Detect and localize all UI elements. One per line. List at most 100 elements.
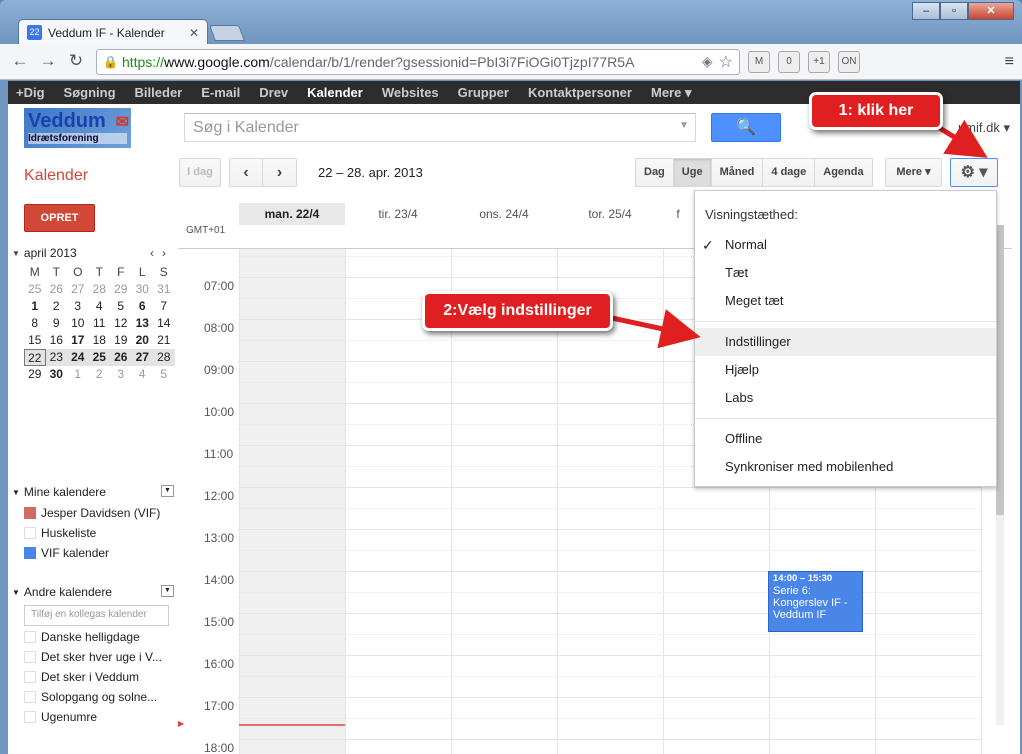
mini-day[interactable]: 17: [67, 332, 89, 349]
on-extension-icon[interactable]: ON: [838, 50, 860, 73]
gbar-item-email[interactable]: E-mail: [201, 85, 240, 100]
mini-day[interactable]: 3: [67, 298, 89, 315]
gbar-item-plus[interactable]: +Dig: [16, 85, 45, 100]
mini-day[interactable]: 12: [110, 315, 132, 332]
calendar-event[interactable]: 14:00 – 15:30 Serie 6: Kongerslev IF - V…: [768, 571, 863, 632]
bookmark-star-icon[interactable]: ☆: [719, 52, 733, 72]
back-icon[interactable]: ←: [8, 50, 32, 74]
gbar-item-images[interactable]: Billeder: [135, 85, 183, 100]
collapse-triangle-icon[interactable]: ▼: [12, 249, 20, 260]
mini-day[interactable]: 29: [110, 281, 132, 298]
mini-day[interactable]: 26: [46, 281, 68, 298]
mini-day[interactable]: 10: [67, 315, 89, 332]
gmail-extension-icon[interactable]: M: [748, 50, 770, 73]
mini-day[interactable]: 27: [67, 281, 89, 298]
browser-tab[interactable]: 22 Veddum IF - Kalender ✕: [18, 19, 208, 45]
calendar-item[interactable]: Solopgang og solne...: [24, 690, 174, 704]
gbar-item-contacts[interactable]: Kontaktpersoner: [528, 85, 632, 100]
menu-item-settings[interactable]: Indstillinger: [695, 328, 996, 356]
reload-icon[interactable]: ↻: [64, 50, 88, 74]
day-header[interactable]: tir. 23/4: [345, 203, 451, 225]
add-colleague-input[interactable]: Tilføj en kollegas kalender: [24, 605, 169, 626]
other-calendars-header[interactable]: ▼ Andre kalendere ▼: [12, 585, 174, 599]
mini-day[interactable]: 19: [110, 332, 132, 349]
calendar-color-swatch[interactable]: [24, 711, 36, 723]
mini-day[interactable]: 1: [24, 298, 46, 315]
calendar-item[interactable]: Jesper Davidsen (VIF): [24, 506, 174, 520]
dropdown-icon[interactable]: ▼: [161, 485, 174, 497]
day-header[interactable]: ons. 24/4: [451, 203, 557, 225]
calendar-item[interactable]: Det sker i Veddum: [24, 670, 174, 684]
mini-day[interactable]: 5: [110, 298, 132, 315]
calendar-item[interactable]: Det sker hver uge i V...: [24, 650, 174, 664]
dropdown-icon[interactable]: ▼: [161, 585, 174, 597]
extension-badge[interactable]: 0: [778, 50, 800, 73]
new-tab-button[interactable]: [209, 25, 245, 41]
mini-day[interactable]: 25: [88, 349, 110, 366]
mini-day[interactable]: 27: [131, 349, 153, 366]
address-bar[interactable]: 🔒 https:// www.google.com /calendar/b/1/…: [96, 48, 740, 75]
mini-day[interactable]: 20: [132, 332, 154, 349]
view-month-button[interactable]: Måned: [710, 158, 764, 187]
calendar-color-swatch[interactable]: [24, 527, 36, 539]
mini-day[interactable]: 2: [89, 366, 111, 383]
close-tab-icon[interactable]: ✕: [189, 26, 199, 40]
mini-month-nav[interactable]: ‹›: [150, 246, 174, 260]
site-info-icon[interactable]: ◈: [702, 53, 713, 70]
menu-item-density-compact[interactable]: Tæt: [695, 259, 996, 287]
search-input[interactable]: Søg i Kalender ▼: [184, 113, 696, 142]
settings-gear-button[interactable]: ⚙ ▾: [950, 158, 998, 187]
view-4days-button[interactable]: 4 dage: [762, 158, 816, 187]
calendar-item[interactable]: Ugenumre: [24, 710, 174, 724]
mini-day[interactable]: 2: [46, 298, 68, 315]
mini-day[interactable]: 26: [110, 349, 132, 366]
gbar-item-calendar[interactable]: Kalender: [307, 85, 363, 100]
menu-item-density-very-compact[interactable]: Meget tæt: [695, 287, 996, 315]
mini-day[interactable]: 31: [153, 281, 175, 298]
view-day-button[interactable]: Dag: [635, 158, 674, 187]
mini-day[interactable]: 28: [89, 281, 111, 298]
mini-day[interactable]: 4: [132, 366, 154, 383]
calendar-color-swatch[interactable]: [24, 671, 36, 683]
menu-item-sync-mobile[interactable]: Synkroniser med mobilenhed: [695, 453, 996, 481]
mini-day[interactable]: 30: [46, 366, 68, 383]
mini-day[interactable]: 8: [24, 315, 46, 332]
mini-day[interactable]: 6: [132, 298, 154, 315]
mini-day[interactable]: 1: [67, 366, 89, 383]
minimize-icon[interactable]: –: [912, 2, 940, 20]
calendar-color-swatch[interactable]: [24, 507, 36, 519]
mini-day[interactable]: 15: [24, 332, 46, 349]
browser-menu-icon[interactable]: ≡: [1005, 53, 1014, 71]
today-button[interactable]: I dag: [179, 158, 221, 187]
mini-day[interactable]: 9: [46, 315, 68, 332]
gbar-item-drive[interactable]: Drev: [259, 85, 288, 100]
create-button[interactable]: OPRET: [24, 204, 95, 232]
maximize-icon[interactable]: ▫: [940, 2, 968, 20]
gbar-item-groups[interactable]: Grupper: [458, 85, 509, 100]
my-calendars-header[interactable]: ▼ Mine kalendere ▼: [12, 485, 174, 499]
mini-day[interactable]: 14: [153, 315, 175, 332]
grid-scrollbar[interactable]: [996, 225, 1004, 725]
calendar-color-swatch[interactable]: [24, 631, 36, 643]
day-header[interactable]: f: [663, 203, 693, 225]
menu-item-offline[interactable]: Offline: [695, 425, 996, 453]
calendar-item[interactable]: VIF kalender: [24, 546, 174, 560]
menu-item-help[interactable]: Hjælp: [695, 356, 996, 384]
mini-day[interactable]: 29: [24, 366, 46, 383]
gbar-item-sites[interactable]: Websites: [382, 85, 439, 100]
menu-item-labs[interactable]: Labs: [695, 384, 996, 412]
view-agenda-button[interactable]: Agenda: [814, 158, 873, 187]
account-name[interactable]: umif.dk ▾: [958, 120, 1010, 136]
mini-day[interactable]: 11: [89, 315, 111, 332]
calendar-color-swatch[interactable]: [24, 547, 36, 559]
gbar-item-search[interactable]: Søgning: [64, 85, 116, 100]
window-close-icon[interactable]: ✕: [968, 2, 1014, 20]
mini-day[interactable]: 22: [24, 349, 46, 366]
mini-day[interactable]: 18: [89, 332, 111, 349]
search-button[interactable]: 🔍: [711, 113, 781, 142]
mini-day[interactable]: 3: [110, 366, 132, 383]
calendar-color-swatch[interactable]: [24, 691, 36, 703]
gbar-item-more[interactable]: Mere ▾: [651, 85, 692, 101]
mini-day[interactable]: 7: [153, 298, 175, 315]
search-options-icon[interactable]: ▼: [679, 120, 689, 131]
